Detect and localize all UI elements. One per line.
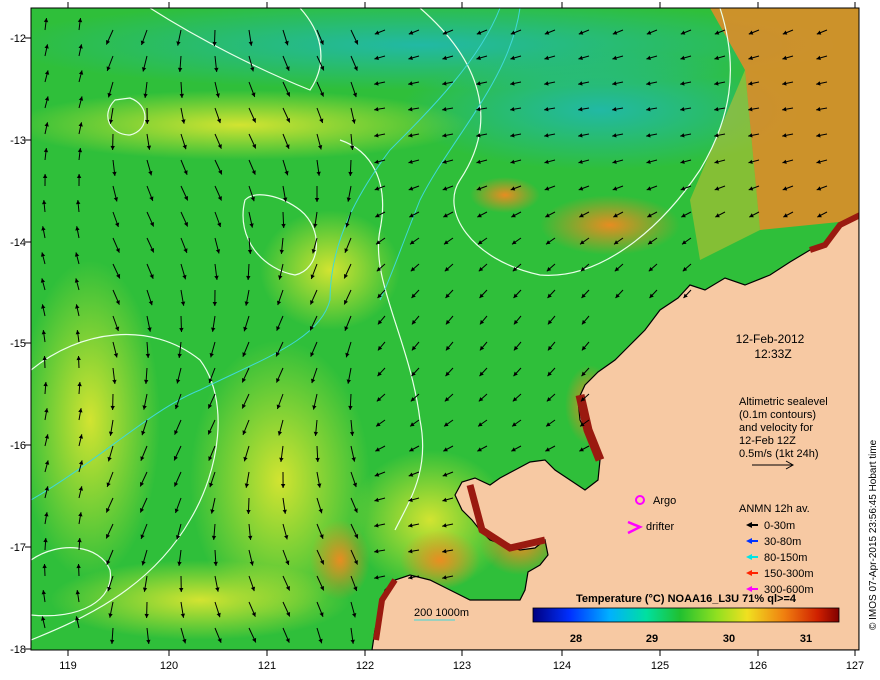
colorbar-title: Temperature (°C) NOAA16_L3U 71% ql>=4 — [576, 593, 797, 605]
drifter-label: drifter — [646, 521, 674, 533]
sst-map: 119 120 121 122 123 124 125 126 127 -12 … — [10, 2, 879, 672]
credit-text: © IMOS 07-Apr-2015 23:56:45 Hobart time — [868, 439, 879, 630]
colorbar-tick-label: 31 — [800, 633, 812, 645]
lon-tick-label: 122 — [356, 660, 374, 672]
colorbar-tick-label: 28 — [570, 633, 582, 645]
altimetry-line: Altimetric sealevel — [739, 396, 828, 408]
lat-tick-label: -12 — [10, 33, 26, 45]
lat-tick-label: -15 — [10, 338, 26, 350]
lon-tick-label: 123 — [453, 660, 471, 672]
lon-tick-label: 124 — [553, 660, 571, 672]
sst-field — [31, 8, 859, 650]
lon-axis-labels: 119 120 121 122 123 124 125 126 127 — [59, 660, 864, 672]
anmn-depth-label: 0-30m — [764, 520, 795, 532]
anmn-depth-label: 30-80m — [764, 536, 801, 548]
anmn-title: ANMN 12h av. — [739, 503, 810, 515]
lat-tick-label: -16 — [10, 440, 26, 452]
isobath-legend-label: 200 1000m — [414, 607, 469, 619]
anmn-depth-label: 150-300m — [764, 568, 814, 580]
altimetry-line: (0.1m contours) — [739, 409, 816, 421]
anmn-depth-label: 80-150m — [764, 552, 807, 564]
colorbar-scale — [532, 607, 840, 623]
lat-axis-labels: -12 -13 -14 -15 -16 -17 -18 — [10, 33, 26, 656]
altimetry-line: and velocity for — [739, 422, 813, 434]
map-date: 12-Feb-2012 — [736, 332, 805, 346]
lon-tick-label: 127 — [846, 660, 864, 672]
argo-label: Argo — [653, 495, 676, 507]
colorbar-tick-label: 30 — [723, 633, 735, 645]
colorbar-tick-label: 29 — [646, 633, 658, 645]
lon-tick-label: 121 — [258, 660, 276, 672]
lon-tick-label: 126 — [749, 660, 767, 672]
lat-tick-label: -17 — [10, 542, 26, 554]
altimetry-line: 0.5m/s (1kt 24h) — [739, 448, 818, 460]
lat-tick-label: -13 — [10, 135, 26, 147]
altimetry-line: 12-Feb 12Z — [739, 435, 796, 447]
lon-tick-label: 119 — [59, 660, 77, 672]
lon-tick-label: 125 — [651, 660, 669, 672]
map-time: 12:33Z — [754, 347, 791, 361]
lat-tick-label: -18 — [10, 644, 26, 656]
lon-tick-label: 120 — [160, 660, 178, 672]
lat-tick-label: -14 — [10, 237, 26, 249]
